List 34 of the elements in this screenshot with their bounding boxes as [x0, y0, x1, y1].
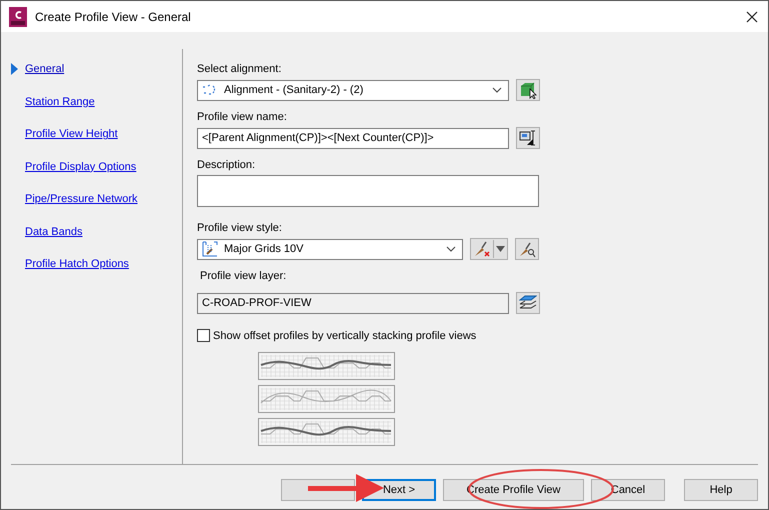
- nav-link[interactable]: Profile Hatch Options: [25, 258, 129, 270]
- layer-button[interactable]: [516, 292, 540, 314]
- field-label: Select alignment:: [197, 63, 282, 75]
- alignment-icon: [202, 84, 218, 96]
- style-dropdown[interactable]: Major Grids 10V: [197, 238, 463, 260]
- close-icon[interactable]: [746, 10, 758, 22]
- app-icon: [9, 6, 27, 26]
- layer-field[interactable]: C-ROAD-PROF-VIEW: [197, 292, 509, 314]
- field-label: Profile view name:: [197, 111, 288, 123]
- caret-icon: [496, 246, 505, 252]
- checkbox-label: Show offset profiles by vertically stacking profile views: [213, 330, 476, 342]
- field-label: Profile view style:: [197, 222, 283, 234]
- window-title: Create Profile View - General: [35, 10, 192, 24]
- nav-link[interactable]: Station Range: [25, 96, 95, 108]
- dialog-button[interactable]: Help: [684, 479, 758, 501]
- checkbox[interactable]: [197, 329, 210, 342]
- brush-icon: [473, 240, 491, 258]
- description-field[interactable]: [197, 175, 539, 207]
- nav-link[interactable]: Pipe/Pressure Network: [25, 193, 138, 206]
- profile-view-name-field[interactable]: <[Parent Alignment(CP)]><[Next Counter(CP)]>: [197, 128, 509, 148]
- edit-style-button[interactable]: [470, 238, 508, 260]
- nav-link[interactable]: Profile View Height: [25, 128, 118, 140]
- field-label: Description:: [197, 159, 256, 171]
- field-label: Profile view layer:: [200, 270, 288, 282]
- chevron-down-icon: [492, 87, 502, 93]
- nav-link[interactable]: Data Bands: [25, 226, 82, 238]
- browse-style-button[interactable]: [515, 238, 539, 260]
- grid-style-icon: [202, 241, 218, 257]
- nav-link[interactable]: General: [25, 63, 64, 76]
- edit-name-button[interactable]: [516, 127, 540, 149]
- nav-link[interactable]: Profile Display Options: [25, 160, 136, 173]
- alignment-dropdown[interactable]: Alignment - (Sanitary-2) - (2): [197, 80, 509, 100]
- chevron-down-icon: [446, 246, 456, 252]
- pick-alignment-button[interactable]: [516, 79, 540, 101]
